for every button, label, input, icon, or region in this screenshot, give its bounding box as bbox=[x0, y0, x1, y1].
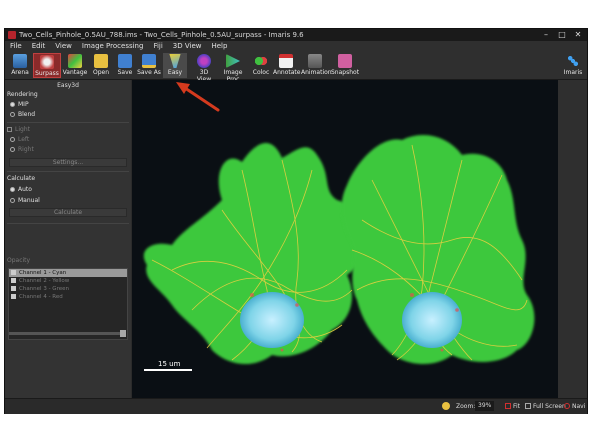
callout-arrowhead bbox=[176, 82, 190, 94]
annotation-overlay bbox=[176, 82, 220, 112]
callout-arrow bbox=[180, 84, 220, 112]
